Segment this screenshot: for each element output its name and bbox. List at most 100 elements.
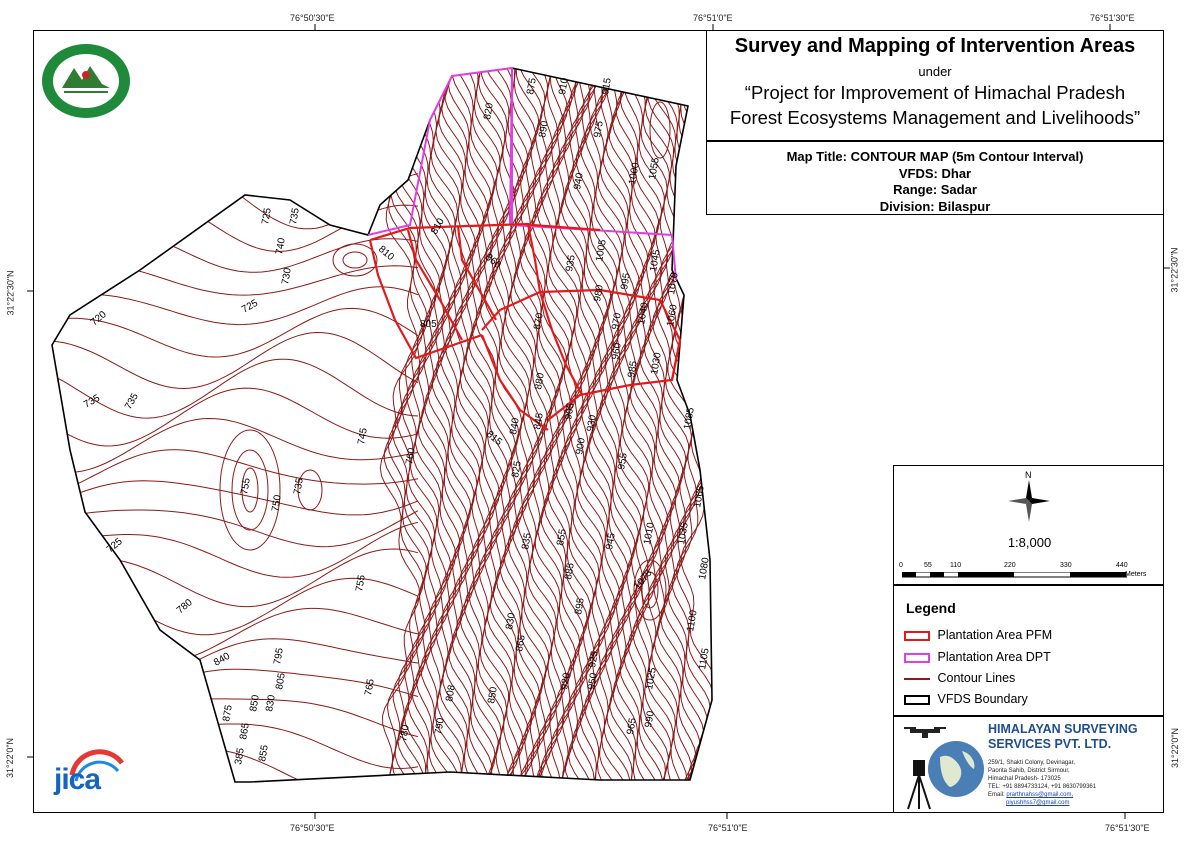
contour-label: 850	[248, 694, 262, 713]
contour-line	[52, 358, 419, 419]
contour-lines	[52, 68, 712, 782]
legend-title: Legend	[906, 600, 956, 616]
legend-swatch-contour	[904, 677, 930, 680]
contour-label: 805	[274, 672, 288, 691]
contour-label: 930	[585, 414, 599, 433]
contour-label: 965	[625, 717, 639, 736]
map-info-box: Map Title: CONTOUR MAP (5m Contour Inter…	[706, 141, 1164, 215]
legend-label-dpt: Plantation Area DPT	[937, 650, 1051, 664]
contour-label: 925	[587, 650, 601, 669]
contour-label: 735	[123, 391, 141, 411]
contour-label: 865	[238, 722, 252, 741]
division-name: Division: Bilaspur	[879, 198, 991, 214]
contour-loop	[649, 101, 671, 159]
contour-label: 805	[420, 319, 437, 330]
contour-label: 740	[274, 237, 288, 256]
contour-label: 755	[239, 477, 253, 496]
contour-line	[403, 68, 444, 782]
contour-label: 830	[264, 694, 278, 713]
vfds-name: VFDS: Dhar	[898, 165, 972, 181]
contour-label: 830	[504, 612, 518, 631]
contour-label: 730	[280, 267, 294, 286]
contour-label: 840	[212, 651, 232, 669]
contour-loop	[342, 251, 368, 269]
contour-label: 950	[586, 672, 600, 691]
contour-label: 810	[376, 244, 396, 263]
contour-label: 855	[257, 744, 271, 763]
contour-line	[424, 68, 465, 782]
contour-label: 980	[592, 284, 606, 303]
contour-label: 1070	[666, 271, 681, 295]
title-under: under	[918, 64, 952, 79]
contour-label: 795	[272, 647, 286, 666]
legend-label-pfm: Plantation Area PFM	[937, 628, 1053, 642]
contour-label: 735	[82, 393, 102, 411]
email-label: Email:	[988, 792, 1005, 798]
legend-swatch-pfm	[904, 630, 930, 641]
tripod-icon	[907, 760, 931, 810]
contour-label: 915	[600, 77, 614, 96]
contour-label: 855	[555, 528, 569, 547]
contour-label: 808	[444, 684, 458, 703]
contour-label: 1030	[649, 351, 664, 375]
contour-line	[52, 480, 419, 516]
contour-label: 385	[233, 747, 247, 766]
contour-label: 1100	[685, 609, 700, 633]
contour-line	[52, 169, 419, 231]
contour-line	[459, 68, 500, 782]
vfds-boundary	[51, 67, 713, 783]
address-line-3: Himachal Pradesh- 173025	[988, 776, 1061, 782]
contour-label: 955	[616, 452, 630, 471]
scale-bar	[902, 572, 1127, 578]
jica-logo: jica	[52, 745, 132, 805]
legend-swatch-dpt	[904, 652, 930, 663]
contour-label: 1005	[594, 238, 609, 262]
contour-label: 725	[105, 536, 125, 555]
email-link-1[interactable]: prarthnahss@gmail.com,	[1006, 792, 1073, 798]
map-title: Map Title: CONTOUR MAP (5m Contour Inter…	[786, 149, 1084, 164]
company-tel: TEL: +91 8894733124, +91 8630799361	[988, 784, 1097, 790]
scale-tick-110: 110	[950, 562, 962, 569]
scale-tick-220: 220	[1004, 562, 1016, 569]
address-line-2: Paonta Sahib, District Sirmour,	[988, 768, 1070, 774]
contour-label: 755	[354, 574, 368, 593]
contour-label: 875	[525, 77, 539, 96]
contour-label: 910	[557, 77, 571, 96]
contour-label: 765	[363, 678, 377, 697]
contour-line	[52, 521, 419, 578]
project-line-2: Forest Ecosystems Management and Livelih…	[729, 107, 1141, 128]
scale-tick-0: 0	[899, 562, 903, 569]
legend-item-vfds: VFDS Boundary	[904, 692, 1028, 706]
scale-unit: Meters	[1125, 571, 1147, 578]
contour-label: 750	[270, 494, 284, 513]
contour-label: 890	[537, 120, 551, 139]
contour-label: 725	[240, 298, 260, 316]
title-box: Survey and Mapping of Intervention Areas…	[706, 30, 1164, 141]
contour-label: 1035	[676, 521, 691, 545]
contour-label: 720	[89, 309, 109, 328]
contour-label: 790	[433, 717, 447, 736]
north-label: N	[1025, 470, 1032, 480]
company-name-line-1: HIMALAYAN SURVEYING	[988, 722, 1138, 736]
contour-line	[52, 199, 419, 255]
email-link-2[interactable]: piyushhss7@gmail.com	[1006, 800, 1069, 806]
contour-label: 780	[175, 597, 195, 616]
contour-label: 885	[563, 562, 577, 581]
contour-label: 810	[429, 216, 447, 236]
contour-label: 760	[404, 447, 418, 466]
legend-label-contour: Contour Lines	[937, 671, 1016, 685]
contour-label: 995	[619, 272, 633, 291]
address-line-1: 259/1, Shakti Colony, Devinagar,	[988, 760, 1075, 766]
scale-tick-440: 440	[1116, 562, 1128, 569]
contour-line	[52, 607, 419, 663]
contour-label: 975	[592, 120, 606, 139]
contour-label: 865	[514, 634, 528, 653]
contour-label: 820	[482, 102, 496, 121]
company-name-line-2: SERVICES PVT. LTD.	[988, 737, 1112, 751]
contour-label: 1055	[647, 156, 662, 180]
contour-label: 940	[572, 172, 586, 191]
scale-tick-330: 330	[1060, 562, 1072, 569]
drone-icon	[904, 727, 946, 738]
company-box: HIMALAYAN SURVEYING SERVICES PVT. LTD. 2…	[893, 716, 1164, 813]
contour-label: 1040	[636, 301, 651, 325]
